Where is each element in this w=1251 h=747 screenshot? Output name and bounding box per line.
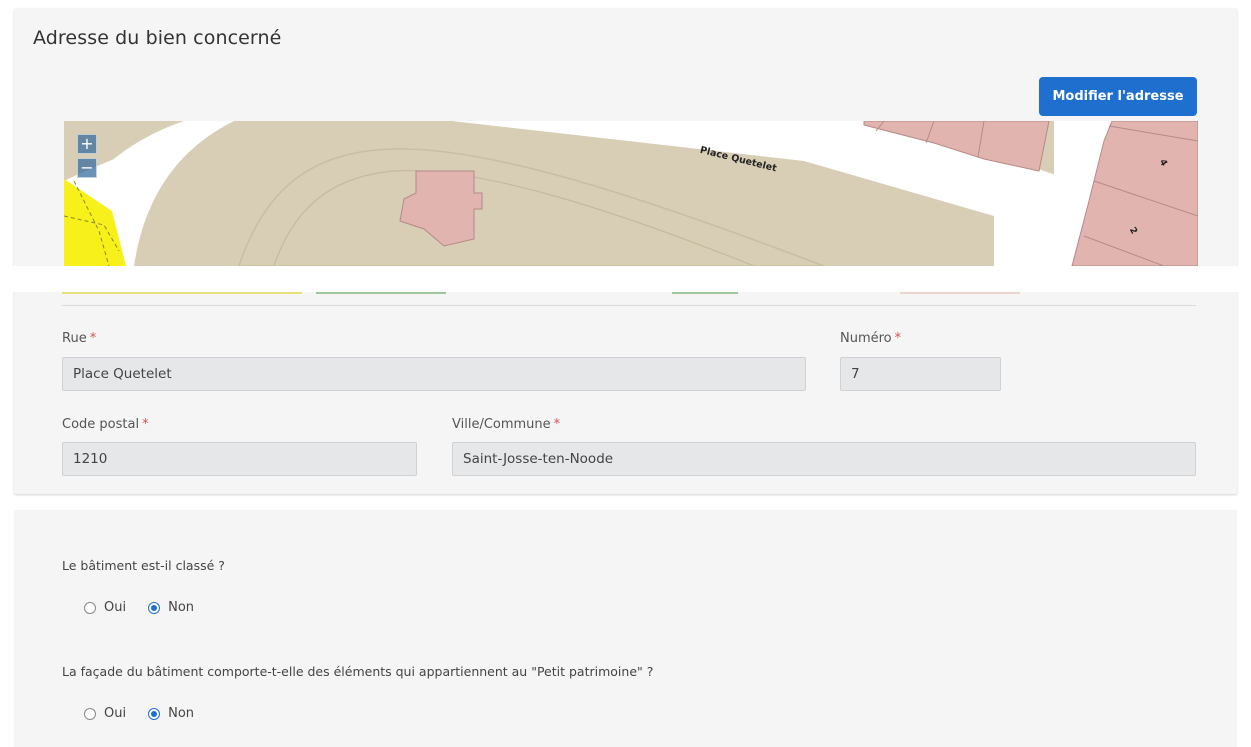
question-petit-patrimoine: La façade du bâtiment comporte-t-elle de… [62,664,654,679]
radio-oui-label[interactable]: Oui [104,600,126,615]
code-postal-label: Code postal * [62,417,149,432]
map-view[interactable]: Place Quetelet 4 2 + − [64,121,1198,266]
map-gap [0,266,1251,292]
question-classe-options: Oui Non [84,600,216,615]
required-marker: * [142,417,149,432]
ville-label: Ville/Commune * [452,417,561,432]
rue-label: Rue * [62,331,97,346]
map-edge-strip [62,292,302,294]
map-edge-strip [316,292,446,294]
question-classe: Le bâtiment est-il classé ? [62,558,225,573]
section-title: Adresse du bien concerné [33,27,282,49]
radio-non-label[interactable]: Non [168,706,194,721]
numero-input[interactable]: 7 [840,357,1001,391]
modify-address-button[interactable]: Modifier l'adresse [1039,77,1197,116]
map-edge-strip [900,292,1020,294]
radio-oui[interactable] [84,707,96,720]
required-marker: * [89,331,97,346]
radio-non-label[interactable]: Non [168,600,194,615]
map-canvas: Place Quetelet 4 2 [64,121,1198,266]
zoom-out-button[interactable]: − [77,158,97,178]
required-marker: * [553,417,561,432]
code-postal-input[interactable]: 1210 [62,442,417,476]
radio-oui-label[interactable]: Oui [104,706,126,721]
radio-oui[interactable] [84,601,96,614]
required-marker: * [894,331,902,346]
divider [62,305,1196,306]
map-edge-strip [672,292,738,294]
question-petit-patrimoine-options: Oui Non [84,706,216,721]
radio-non[interactable] [148,601,161,614]
ville-input[interactable]: Saint-Josse-ten-Noode [452,442,1196,476]
zoom-in-button[interactable]: + [77,134,97,154]
rue-input[interactable]: Place Quetelet [62,357,806,391]
numero-label: Numéro * [840,331,902,346]
radio-non[interactable] [148,707,161,720]
